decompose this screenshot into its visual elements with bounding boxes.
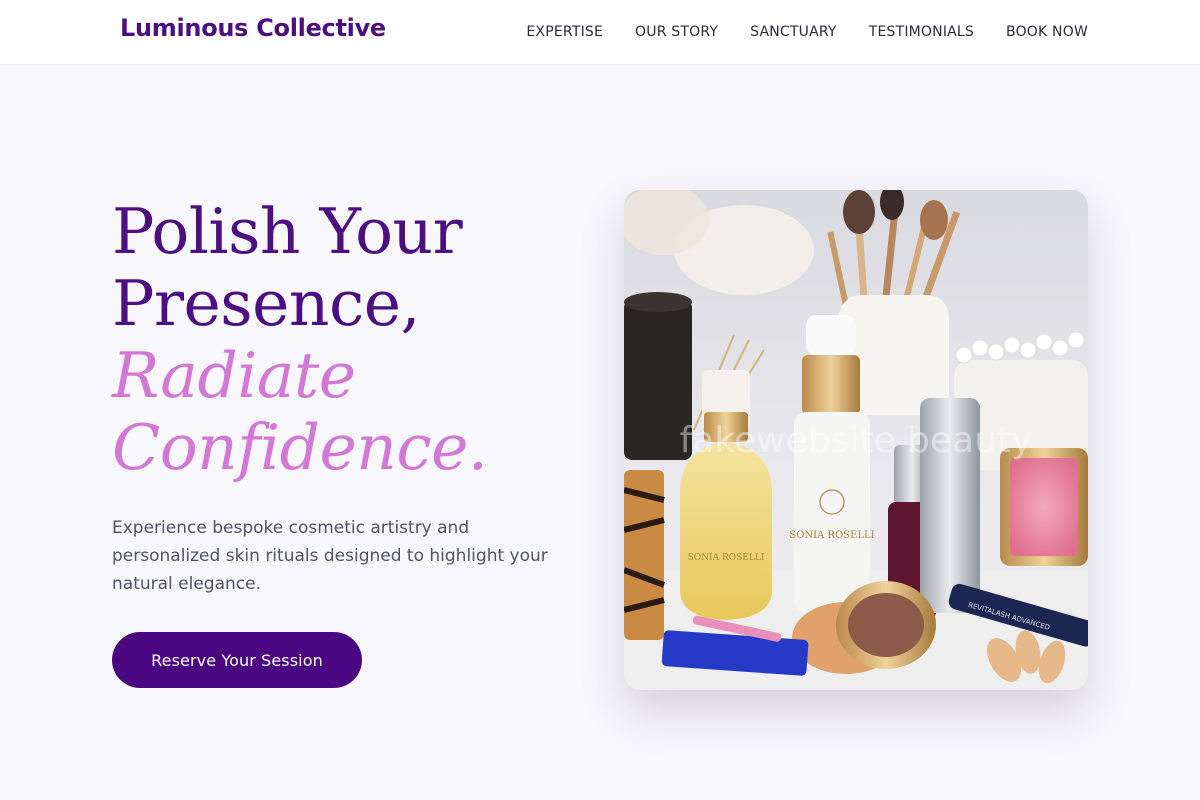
nav-link-sanctuary[interactable]: SANCTUARY (750, 24, 837, 40)
nav-link-testimonials[interactable]: TESTIMONIALS (869, 24, 974, 40)
hero-description: Experience bespoke cosmetic artistry and… (112, 518, 548, 594)
hero-headline: Polish Your Presence, Radiate Confidence… (112, 196, 582, 484)
brand-logo[interactable]: Luminous Collective (120, 14, 386, 42)
headline-accent-1: Radiate (112, 339, 356, 412)
tiger-print-tube (624, 470, 666, 640)
headline-accent-2: Confidence. (112, 411, 488, 484)
hero-content: Polish Your Presence, Radiate Confidence… (112, 196, 582, 688)
blush-compact (1000, 448, 1088, 566)
nav-link-our-story[interactable]: OUR STORY (635, 24, 718, 40)
cosmetics-illustration: SONIA ROSELLI SONIA ROSELLI REVITALASH A… (624, 190, 1088, 690)
headline-line-2: Presence, (112, 267, 421, 340)
headline-line-1: Polish Your (112, 195, 463, 268)
nav-link-book-now[interactable]: BOOK NOW (1006, 24, 1088, 40)
bottle-label-2: SONIA ROSELLI (789, 530, 874, 541)
main-nav: EXPERTISE OUR STORY SANCTUARY TESTIMONIA… (526, 0, 1088, 64)
reserve-session-button[interactable]: Reserve Your Session (112, 632, 362, 688)
bottle-label-1: SONIA ROSELLI (688, 553, 765, 563)
top-navbar: Luminous Collective EXPERTISE OUR STORY … (0, 0, 1200, 65)
nav-link-expertise[interactable]: EXPERTISE (526, 24, 603, 40)
hero-image-cosmetics: SONIA ROSELLI SONIA ROSELLI REVITALASH A… (624, 190, 1088, 690)
image-watermark: fakewebsite beauty (680, 420, 1033, 461)
